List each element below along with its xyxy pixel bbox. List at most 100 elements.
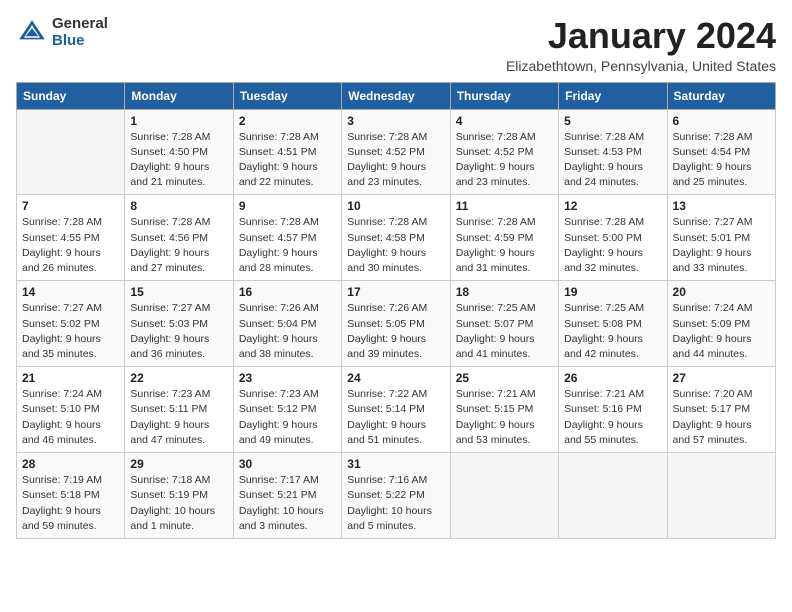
day-info: Sunrise: 7:26 AMSunset: 5:04 PMDaylight:… [239,301,336,362]
day-number: 14 [22,285,119,299]
day-number: 9 [239,199,336,213]
calendar-week-row: 21 Sunrise: 7:24 AMSunset: 5:10 PMDayligh… [17,367,776,453]
day-info: Sunrise: 7:23 AMSunset: 5:11 PMDaylight:… [130,387,227,448]
day-info: Sunrise: 7:28 AMSunset: 4:52 PMDaylight:… [456,130,553,191]
day-number: 30 [239,457,336,471]
calendar-cell: 17Sunrise: 7:26 AMSunset: 5:05 PMDayligh… [342,281,450,367]
weekday-header-tuesday: Tuesday [233,82,341,109]
day-number: 27 [673,371,770,385]
calendar-cell [450,453,558,539]
day-info: Sunrise: 7:28 AMSunset: 5:00 PMDaylight:… [564,215,661,276]
day-number: 16 [239,285,336,299]
logo-general-text: General [52,16,108,33]
day-number: 12 [564,199,661,213]
day-number: 21 [22,371,119,385]
calendar-cell: 14 Sunrise: 7:27 AMSunset: 5:02 PMDayligh… [17,281,125,367]
logo-text: General Blue [52,16,108,49]
day-number: 2 [239,114,336,128]
day-number: 5 [564,114,661,128]
calendar-cell: 23 Sunrise: 7:23 AMSunset: 5:12 PMDayligh… [233,367,341,453]
weekday-header-sunday: Sunday [17,82,125,109]
day-info: Sunrise: 7:27 AMSunset: 5:01 PMDaylight:… [673,215,770,276]
weekday-header-wednesday: Wednesday [342,82,450,109]
logo-blue-text: Blue [52,33,108,50]
page-header: General Blue January 2024 Elizabethtown,… [16,16,776,74]
day-number: 25 [456,371,553,385]
day-info: Sunrise: 7:16 AMSunset: 5:22 PMDaylight:… [347,473,444,534]
day-info: Sunrise: 7:28 AMSunset: 4:57 PMDaylight:… [239,215,336,276]
calendar-cell: 24 Sunrise: 7:22 AMSunset: 5:14 PMDayligh… [342,367,450,453]
day-info: Sunrise: 7:28 AMSunset: 4:54 PMDaylight:… [673,130,770,191]
day-number: 17 [347,285,444,299]
day-number: 7 [22,199,119,213]
calendar-cell: 4Sunrise: 7:28 AMSunset: 4:52 PMDaylight… [450,109,558,195]
day-info: Sunrise: 7:28 AMSunset: 4:59 PMDaylight:… [456,215,553,276]
calendar-cell [667,453,775,539]
day-info: Sunrise: 7:21 AMSunset: 5:15 PMDaylight:… [456,387,553,448]
calendar-cell: 12 Sunrise: 7:28 AMSunset: 5:00 PMDayligh… [559,195,667,281]
day-info: Sunrise: 7:24 AMSunset: 5:10 PMDaylight:… [22,387,119,448]
calendar-cell: 27Sunrise: 7:20 AMSunset: 5:17 PMDayligh… [667,367,775,453]
day-info: Sunrise: 7:28 AMSunset: 4:58 PMDaylight:… [347,215,444,276]
calendar-cell: 6 Sunrise: 7:28 AMSunset: 4:54 PMDaylight… [667,109,775,195]
day-number: 3 [347,114,444,128]
weekday-header-friday: Friday [559,82,667,109]
day-number: 6 [673,114,770,128]
calendar-cell: 30 Sunrise: 7:17 AMSunset: 5:21 PMDayligh… [233,453,341,539]
weekday-header-monday: Monday [125,82,233,109]
calendar-week-row: 28Sunrise: 7:19 AMSunset: 5:18 PMDayligh… [17,453,776,539]
calendar-cell: 28Sunrise: 7:19 AMSunset: 5:18 PMDayligh… [17,453,125,539]
calendar-cell: 20 Sunrise: 7:24 AMSunset: 5:09 PMDayligh… [667,281,775,367]
day-number: 22 [130,371,227,385]
day-info: Sunrise: 7:24 AMSunset: 5:09 PMDaylight:… [673,301,770,362]
day-number: 23 [239,371,336,385]
day-info: Sunrise: 7:27 AMSunset: 5:02 PMDaylight:… [22,301,119,362]
day-number: 28 [22,457,119,471]
calendar-cell: 9 Sunrise: 7:28 AMSunset: 4:57 PMDaylight… [233,195,341,281]
weekday-header-saturday: Saturday [667,82,775,109]
day-info: Sunrise: 7:28 AMSunset: 4:55 PMDaylight:… [22,215,119,276]
calendar-table: SundayMondayTuesdayWednesdayThursdayFrid… [16,82,776,539]
calendar-cell: 3 Sunrise: 7:28 AMSunset: 4:52 PMDaylight… [342,109,450,195]
month-title: January 2024 [506,16,776,56]
day-info: Sunrise: 7:23 AMSunset: 5:12 PMDaylight:… [239,387,336,448]
calendar-cell: 21 Sunrise: 7:24 AMSunset: 5:10 PMDayligh… [17,367,125,453]
day-info: Sunrise: 7:25 AMSunset: 5:08 PMDaylight:… [564,301,661,362]
day-number: 19 [564,285,661,299]
day-info: Sunrise: 7:18 AMSunset: 5:19 PMDaylight:… [130,473,227,534]
calendar-week-row: 1Sunrise: 7:28 AMSunset: 4:50 PMDaylight… [17,109,776,195]
calendar-cell [559,453,667,539]
day-info: Sunrise: 7:17 AMSunset: 5:21 PMDaylight:… [239,473,336,534]
logo-icon [16,17,48,49]
day-info: Sunrise: 7:28 AMSunset: 4:50 PMDaylight:… [130,130,227,191]
calendar-cell: 22 Sunrise: 7:23 AMSunset: 5:11 PMDayligh… [125,367,233,453]
day-info: Sunrise: 7:28 AMSunset: 4:52 PMDaylight:… [347,130,444,191]
logo: General Blue [16,16,108,49]
day-number: 26 [564,371,661,385]
calendar-week-row: 7 Sunrise: 7:28 AMSunset: 4:55 PMDaylight… [17,195,776,281]
calendar-cell [17,109,125,195]
calendar-cell: 26 Sunrise: 7:21 AMSunset: 5:16 PMDayligh… [559,367,667,453]
day-number: 8 [130,199,227,213]
calendar-cell: 10 Sunrise: 7:28 AMSunset: 4:58 PMDayligh… [342,195,450,281]
title-block: January 2024 Elizabethtown, Pennsylvania… [506,16,776,74]
calendar-cell: 11Sunrise: 7:28 AMSunset: 4:59 PMDayligh… [450,195,558,281]
calendar-cell: 18Sunrise: 7:25 AMSunset: 5:07 PMDayligh… [450,281,558,367]
calendar-cell: 15Sunrise: 7:27 AMSunset: 5:03 PMDayligh… [125,281,233,367]
calendar-cell: 1Sunrise: 7:28 AMSunset: 4:50 PMDaylight… [125,109,233,195]
day-info: Sunrise: 7:25 AMSunset: 5:07 PMDaylight:… [456,301,553,362]
day-info: Sunrise: 7:27 AMSunset: 5:03 PMDaylight:… [130,301,227,362]
day-number: 31 [347,457,444,471]
day-number: 20 [673,285,770,299]
day-info: Sunrise: 7:28 AMSunset: 4:53 PMDaylight:… [564,130,661,191]
location-text: Elizabethtown, Pennsylvania, United Stat… [506,58,776,74]
day-number: 10 [347,199,444,213]
calendar-cell: 7 Sunrise: 7:28 AMSunset: 4:55 PMDaylight… [17,195,125,281]
day-number: 24 [347,371,444,385]
day-number: 29 [130,457,227,471]
day-info: Sunrise: 7:28 AMSunset: 4:56 PMDaylight:… [130,215,227,276]
day-info: Sunrise: 7:21 AMSunset: 5:16 PMDaylight:… [564,387,661,448]
weekday-header-thursday: Thursday [450,82,558,109]
calendar-cell: 5 Sunrise: 7:28 AMSunset: 4:53 PMDaylight… [559,109,667,195]
day-info: Sunrise: 7:22 AMSunset: 5:14 PMDaylight:… [347,387,444,448]
